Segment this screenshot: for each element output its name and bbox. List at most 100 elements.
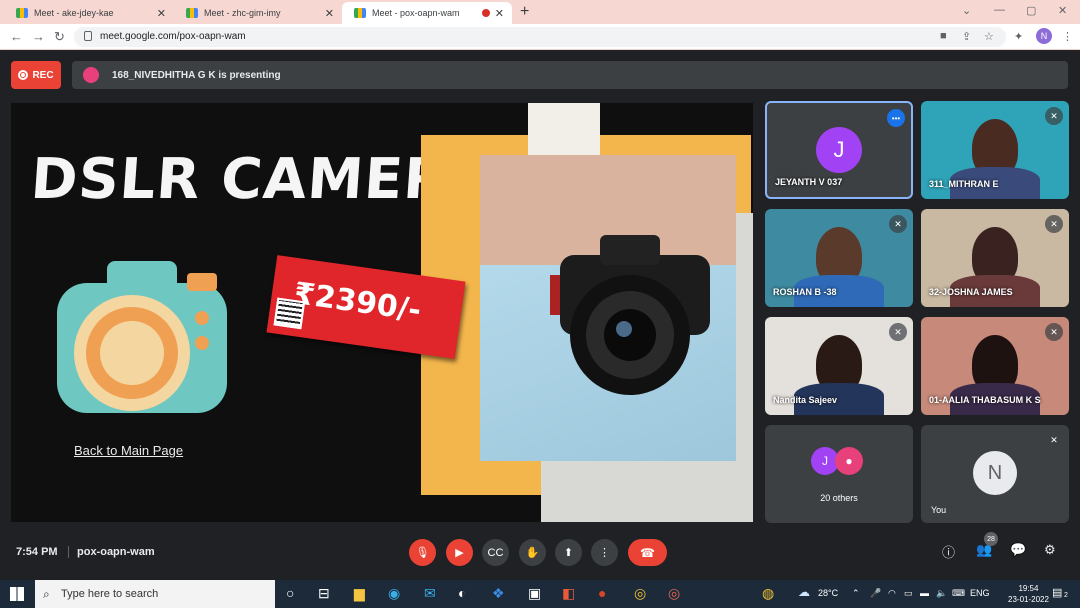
weather-app-icon[interactable]: ◍ <box>762 585 774 602</box>
app-icon[interactable]: ◐ <box>458 585 466 601</box>
input-icon[interactable]: ⌨ <box>952 588 965 599</box>
office-icon[interactable]: ◧ <box>562 585 575 602</box>
camera-icon[interactable]: ■ <box>940 30 947 42</box>
address-toolbar: ← → ↻ meet.google.com/pox-oapn-wam ■ ⇪ ☆… <box>0 24 1080 50</box>
bookmark-star-icon[interactable]: ☆ <box>984 30 994 43</box>
extensions-icon[interactable]: ✦ <box>1014 30 1023 43</box>
network-icon[interactable]: ▭ <box>904 588 913 599</box>
leave-call-button[interactable]: ☎ <box>628 539 667 566</box>
participant-tile-nandita[interactable]: ✕ Nandita Sajeev <box>765 317 913 415</box>
presenter-avatar <box>83 67 99 83</box>
browser-tab-2[interactable]: Meet - zhc-gim-imy ✕ <box>174 2 342 24</box>
browser-tab-3-active[interactable]: Meet - pox-oapn-wam ✕ <box>342 2 512 24</box>
mail-icon[interactable]: ✉ <box>424 585 436 602</box>
people-count-badge: 28 <box>984 532 998 546</box>
captions-button[interactable]: CC <box>482 539 509 566</box>
taskbar-search-box[interactable]: ⌕ Type here to search <box>35 580 275 608</box>
meeting-details-icon[interactable]: ⓘ <box>942 542 955 561</box>
price-label: ₹2390/- <box>291 276 424 329</box>
chrome-profile-icon[interactable]: ◎ <box>668 585 680 602</box>
clock-time: 19:54 <box>1018 584 1039 593</box>
self-tile[interactable]: ✕ N You <box>921 425 1069 523</box>
omnibox[interactable]: meet.google.com/pox-oapn-wam ■ ⇪ ☆ <box>74 27 1006 47</box>
raise-hand-button[interactable]: ✋ <box>519 539 546 566</box>
browser-menu-icon[interactable]: ⋮ <box>1062 30 1073 43</box>
collage-tape <box>528 103 600 158</box>
notifications-icon[interactable]: ▤ <box>1052 586 1062 599</box>
maximize-icon[interactable]: ▢ <box>1026 4 1036 17</box>
chat-icon[interactable]: 💬 <box>1010 542 1026 558</box>
participant-tile-jeyanth[interactable]: ••• J JEYANTH V 037 <box>765 101 913 199</box>
close-tab-icon[interactable]: ✕ <box>495 7 504 20</box>
participant-tile-aalia[interactable]: ✕ 01-AALIA THABASUM K S <box>921 317 1069 415</box>
task-view-icon[interactable]: ⊟ <box>318 585 330 602</box>
participant-name: JEYANTH V 037 <box>775 177 843 187</box>
browser-tab-1[interactable]: Meet - ake-jdey-kae ✕ <box>4 2 174 24</box>
meet-favicon-icon <box>354 8 366 18</box>
forward-icon[interactable]: → <box>32 29 45 44</box>
close-window-icon[interactable]: ✕ <box>1058 4 1067 17</box>
mic-muted-icon: ✕ <box>1045 431 1063 449</box>
participant-name: ROSHAN B -38 <box>773 287 837 297</box>
rec-label: REC <box>32 69 54 81</box>
close-tab-icon[interactable]: ✕ <box>325 7 334 20</box>
qr-code-icon <box>273 297 306 330</box>
participant-tile-mithran[interactable]: ✕ 311_MITHRAN E <box>921 101 1069 199</box>
self-label: You <box>931 505 947 515</box>
wifi-icon[interactable]: ◠ <box>888 588 896 599</box>
share-icon[interactable]: ⇪ <box>962 30 971 43</box>
lock-icon <box>84 31 92 41</box>
present-now-button[interactable]: ⬆ <box>555 539 582 566</box>
participant-avatar: J <box>816 127 862 173</box>
record-icon <box>18 70 29 80</box>
notification-count: 2 <box>1064 592 1068 599</box>
participant-name: 01-AALIA THABASUM K S <box>929 395 1041 405</box>
participant-name: 32-JOSHNA JAMES <box>929 287 1013 297</box>
minimize-icon[interactable]: — <box>994 4 1005 16</box>
presenting-banner: 168_NIVEDHITHA G K is presenting <box>72 61 1068 89</box>
presenting-text: 168_NIVEDHITHA G K is presenting <box>112 69 281 81</box>
weather-cloud-icon: ☁ <box>798 585 810 599</box>
microphone-icon[interactable]: 🎤 <box>870 588 881 599</box>
volume-icon[interactable]: 🔈 <box>936 588 947 599</box>
reload-icon[interactable]: ↻ <box>54 29 65 45</box>
windows-start-icon[interactable] <box>10 587 24 601</box>
cortana-icon[interactable]: ○ <box>286 585 294 601</box>
edge-icon[interactable]: ◉ <box>388 585 400 602</box>
temperature[interactable]: 28°C <box>818 588 838 598</box>
close-tab-icon[interactable]: ✕ <box>157 7 166 20</box>
dropbox-icon[interactable]: ❖ <box>492 585 505 602</box>
participant-name: 311_MITHRAN E <box>929 179 999 189</box>
battery-icon[interactable]: ▬ <box>920 588 929 598</box>
mic-toggle-button[interactable]: 🎙 <box>409 539 436 566</box>
back-icon[interactable]: ← <box>10 29 23 44</box>
tab-title: Meet - pox-oapn-wam <box>372 8 460 18</box>
profile-avatar[interactable]: N <box>1036 28 1052 44</box>
back-to-main-page-link[interactable]: Back to Main Page <box>74 443 183 458</box>
others-tile[interactable]: J ● 20 others <box>765 425 913 523</box>
speaking-indicator-icon: ••• <box>887 109 905 127</box>
powerpoint-icon[interactable]: ● <box>598 585 606 601</box>
show-hidden-icons-icon[interactable]: ⌃ <box>852 588 860 599</box>
activities-icon[interactable]: ⚙ <box>1044 542 1056 558</box>
tab-search-icon[interactable]: ⌄ <box>962 4 971 17</box>
recording-badge[interactable]: REC <box>11 61 61 89</box>
others-avatars: J ● <box>811 447 863 475</box>
meeting-time: 7:54 PM <box>16 546 58 558</box>
presentation-slide: DSLR CAMERA Back to Main Page ₹2390/- <box>11 103 753 522</box>
file-explorer-icon[interactable]: ▆ <box>354 585 365 602</box>
participant-tile-roshan[interactable]: ✕ ROSHAN B -38 <box>765 209 913 307</box>
language-indicator[interactable]: ENG <box>970 588 990 598</box>
more-options-button[interactable]: ⋮ <box>591 539 618 566</box>
others-avatar: ● <box>835 447 863 475</box>
participant-tile-joshna[interactable]: ✕ 32-JOSHNA JAMES <box>921 209 1069 307</box>
chrome-icon[interactable]: ◎ <box>634 585 646 602</box>
search-icon: ⌕ <box>43 587 50 601</box>
mic-muted-icon: ✕ <box>1045 215 1063 233</box>
meet-favicon-icon <box>16 8 28 18</box>
store-icon[interactable]: ▣ <box>528 585 541 602</box>
new-tab-button[interactable]: + <box>520 3 529 21</box>
mic-muted-icon: ✕ <box>889 323 907 341</box>
system-clock[interactable]: 19:54 23-01-2022 <box>1008 583 1049 605</box>
camera-toggle-button[interactable]: ▶ <box>446 539 473 566</box>
